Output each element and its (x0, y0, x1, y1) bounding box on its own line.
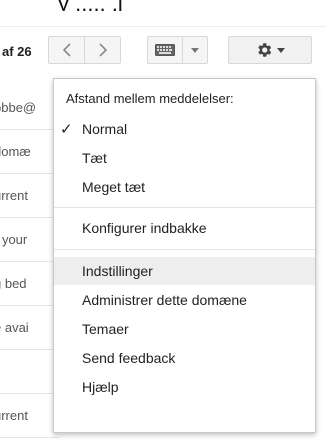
checkmark-icon: ✓ (60, 121, 73, 138)
menu-header: Afstand mellem meddelelser: (66, 91, 234, 106)
list-row[interactable]: r your (0, 218, 60, 262)
menu-item-manage-domain[interactable]: Administrer dette domæne (54, 286, 315, 314)
menu-item-label: Meget tæt (82, 179, 146, 195)
list-row-text: obbe@ (0, 100, 37, 115)
input-tools-dropdown-button[interactable] (182, 36, 208, 64)
previous-page-button[interactable] (48, 36, 85, 64)
menu-item-label: Send feedback (82, 350, 176, 366)
chevron-left-icon (62, 43, 71, 57)
list-row-text: e avai (0, 320, 29, 335)
menu-item-send-feedback[interactable]: Send feedback (54, 344, 315, 372)
list-row-text: domæ (0, 144, 31, 159)
menu-item-settings[interactable]: Indstillinger (54, 257, 315, 285)
settings-button[interactable] (228, 36, 312, 64)
list-row-text: r your (0, 232, 28, 247)
chevron-right-icon (98, 43, 107, 57)
caret-down-icon (277, 47, 285, 53)
menu-item-label: Konfigurer indbakke (82, 220, 207, 236)
menu-item-density-normal[interactable]: ✓ Normal (54, 115, 315, 143)
list-row[interactable]: domæ (0, 130, 60, 174)
menu-item-label: Normal (82, 121, 128, 137)
menu-separator (54, 249, 315, 250)
list-row[interactable]: obbe@ (0, 86, 60, 130)
page-count: af 26 (2, 44, 32, 59)
list-row[interactable]: urrent (0, 174, 60, 218)
next-page-button[interactable] (84, 36, 121, 64)
list-row-text: g bed (0, 276, 27, 291)
menu-separator (54, 207, 315, 208)
menu-item-help[interactable]: Hjælp (54, 373, 315, 401)
list-row[interactable]: e avai (0, 306, 60, 350)
list-row[interactable]: urrent (0, 394, 60, 438)
menu-item-label: Indstillinger (82, 263, 153, 279)
gear-icon (258, 43, 272, 57)
menu-item-label: Temaer (82, 321, 129, 337)
input-tools-button[interactable] (147, 36, 183, 64)
menu-item-themes[interactable]: Temaer (54, 315, 315, 343)
menu-item-label: Administrer dette domæne (82, 292, 247, 308)
menu-item-label: Hjælp (82, 379, 119, 395)
keyboard-icon (155, 44, 175, 56)
caret-down-icon (191, 47, 199, 53)
menu-item-configure-inbox[interactable]: Konfigurer indbakke (54, 214, 315, 242)
list-row[interactable]: g bed (0, 262, 60, 306)
list-row-text: urrent (0, 188, 28, 203)
partial-top-text: y ...., ,j (58, 0, 326, 11)
menu-item-label: Tæt (82, 150, 107, 166)
menu-item-density-compact[interactable]: Tæt (54, 144, 315, 172)
menu-item-density-very-compact[interactable]: Meget tæt (54, 173, 315, 201)
list-row-text: urrent (0, 408, 28, 423)
list-row[interactable] (0, 350, 60, 394)
settings-menu: Afstand mellem meddelelser: ✓ Normal Tæt… (53, 78, 316, 433)
